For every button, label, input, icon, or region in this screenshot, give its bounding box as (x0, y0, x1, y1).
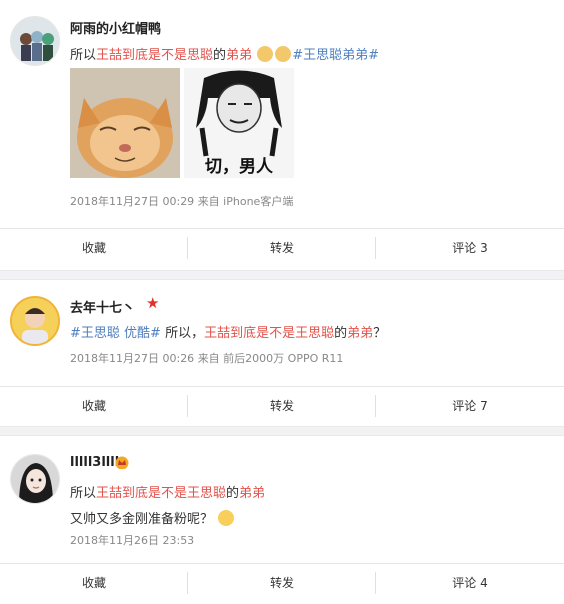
post-source: 来自 iPhone客户端 (197, 195, 294, 208)
text-end: ？ (373, 326, 387, 341)
avatar[interactable] (10, 454, 60, 504)
username[interactable]: lllll3llll (70, 455, 119, 470)
username[interactable]: 阿雨的小红帽鸭 (70, 18, 161, 37)
comment-button[interactable]: 评论 3 (376, 229, 564, 268)
post-date[interactable]: 2018年11月27日 00:26 (70, 352, 194, 365)
highlight-text: 王喆到底是不是王思聪 (204, 326, 335, 341)
post-meta: 2018年11月27日 00:29 来自 iPhone客户端 (70, 193, 293, 209)
avatar[interactable] (10, 296, 60, 346)
doge-emoji-icon (257, 46, 274, 62)
post-2: 去年十七丶 ★ #王思聪 优酷# 所以，王喆到底是不是王思聪的弟弟？ 2018年… (0, 280, 564, 426)
post-text: #王思聪 优酷# 所以，王喆到底是不是王思聪的弟弟？ (70, 322, 386, 341)
text-mid-2: 的 (334, 326, 348, 341)
thinking-emoji-icon (218, 510, 235, 526)
crown-badge-icon (115, 456, 129, 469)
doge-emoji-icon (275, 46, 292, 62)
repost-button[interactable]: 转发 (188, 229, 376, 268)
avatar[interactable] (10, 16, 60, 66)
post-text: 所以王喆到底是不是思聪的弟弟 #王思聪弟弟# (70, 44, 379, 63)
text-mid: 所以， (160, 326, 205, 341)
post-3: lllll3llll 所以王喆到底是不是王思聪的弟弟 又帅又多金刚准备粉呢？ 2… (0, 436, 564, 604)
hashtag-link-2[interactable]: 优酷# (124, 326, 161, 341)
action-bar: 收藏 转发 评论 7 (0, 386, 564, 426)
meme-image[interactable]: 切，男人 (184, 68, 294, 178)
highlight-text: 王喆到底是不是王思聪 (96, 486, 227, 501)
cat-photo[interactable] (70, 68, 180, 178)
highlight-text-2: 弟弟 (226, 48, 253, 63)
post-date[interactable]: 2018年11月27日 00:29 (70, 195, 194, 208)
star-badge-icon: ★ (146, 294, 160, 312)
text-prefix: 所以 (70, 486, 97, 501)
highlight-text-2: 弟弟 (347, 326, 374, 341)
repost-button[interactable]: 转发 (188, 387, 376, 426)
repost-button[interactable]: 转发 (188, 564, 376, 603)
post-separator (0, 270, 564, 280)
favorite-button[interactable]: 收藏 (0, 564, 188, 603)
post-1: 阿雨的小红帽鸭 所以王喆到底是不是思聪的弟弟 #王思聪弟弟# 切，男人 2018… (0, 0, 564, 270)
post-meta: 2018年11月27日 00:26 来自 前后2000万 OPPO R11 (70, 350, 343, 366)
meme-caption: 切，男人 (205, 157, 273, 177)
text-mid: 的 (226, 486, 240, 501)
hashtag-link[interactable]: #王思聪 (70, 326, 120, 341)
comment-button[interactable]: 评论 4 (376, 564, 564, 603)
post-source: 来自 前后2000万 OPPO R11 (197, 352, 344, 365)
post-text: 所以王喆到底是不是王思聪的弟弟 (70, 482, 265, 501)
action-bar: 收藏 转发 评论 3 (0, 228, 564, 268)
post-date[interactable]: 2018年11月26日 23:53 (70, 534, 194, 547)
hashtag-link[interactable]: #王思聪弟弟# (292, 48, 379, 63)
text-mid: 的 (213, 48, 227, 63)
favorite-button[interactable]: 收藏 (0, 387, 188, 426)
highlight-text-2: 弟弟 (239, 486, 266, 501)
text-line-2: 又帅又多金刚准备粉呢？ (70, 512, 214, 527)
post-text-line-2: 又帅又多金刚准备粉呢？ (70, 508, 235, 527)
comment-button[interactable]: 评论 7 (376, 387, 564, 426)
text-prefix: 所以 (70, 48, 97, 63)
favorite-button[interactable]: 收藏 (0, 229, 188, 268)
post-meta: 2018年11月26日 23:53 (70, 532, 194, 548)
post-separator (0, 426, 564, 436)
username[interactable]: 去年十七丶 (70, 297, 135, 316)
action-bar: 收藏 转发 评论 4 (0, 563, 564, 603)
highlight-text: 王喆到底是不是思聪 (96, 48, 214, 63)
